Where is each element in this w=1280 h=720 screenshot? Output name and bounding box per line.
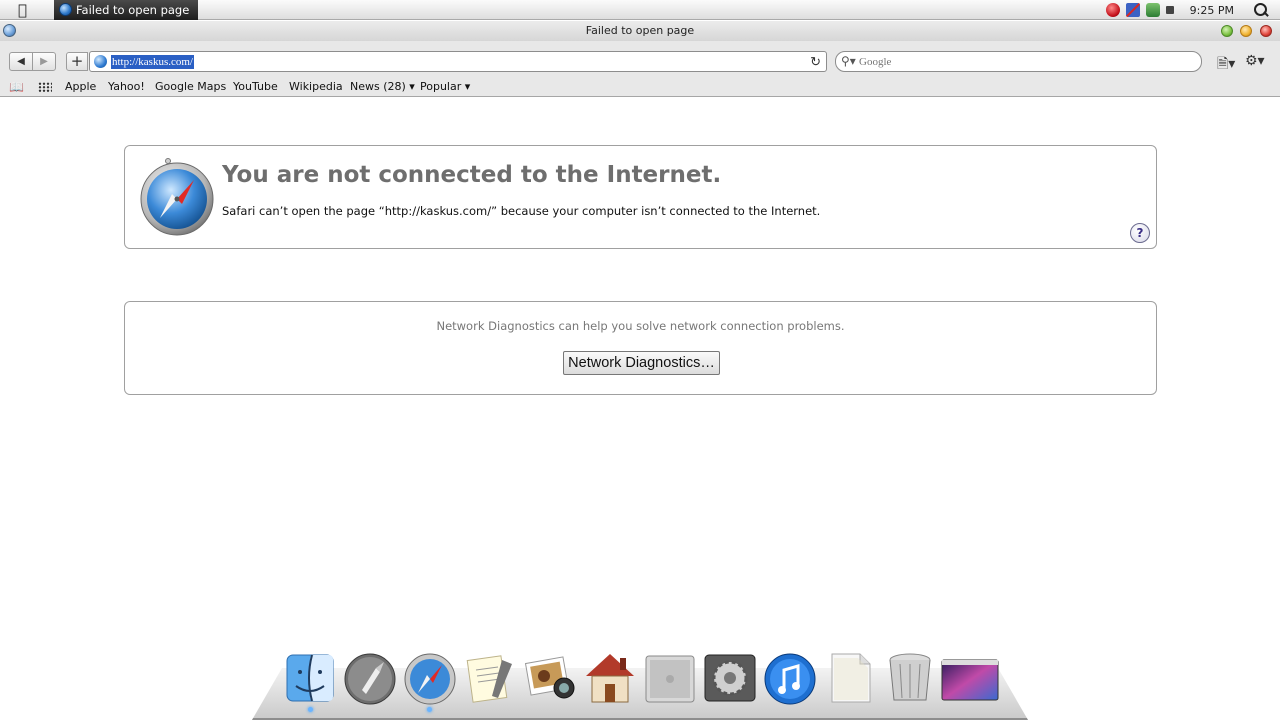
- volume-icon[interactable]: [1165, 6, 1174, 14]
- error-message: Safari can’t open the page “http://kasku…: [222, 204, 821, 218]
- bookmark-google-maps[interactable]: Google Maps: [155, 79, 226, 94]
- window-title: Failed to open page: [585, 24, 695, 37]
- itunes-icon[interactable]: [762, 650, 818, 706]
- clock[interactable]: 9:25 PM: [1190, 4, 1234, 17]
- diagnostics-panel: Network Diagnostics can help you solve n…: [124, 301, 1157, 395]
- top-sites-icon[interactable]: [38, 82, 52, 92]
- error-heading: You are not connected to the Internet.: [222, 162, 722, 188]
- diagnostics-description: Network Diagnostics can help you solve n…: [436, 319, 845, 333]
- bookmark-wikipedia[interactable]: Wikipedia: [289, 79, 343, 94]
- globe-icon: [59, 3, 72, 16]
- mac-pro-icon[interactable]: [642, 650, 698, 706]
- launchpad-icon[interactable]: [342, 650, 398, 706]
- system-tray: 9:25 PM: [1105, 0, 1280, 20]
- spotlight-search-icon[interactable]: [1254, 3, 1268, 17]
- minimize-button[interactable]: [1240, 25, 1252, 37]
- bookmark-popular-folder[interactable]: Popular ▾: [420, 79, 470, 94]
- address-bar[interactable]: http://kaskus.com/ ↻: [89, 51, 827, 72]
- record-icon[interactable]: [1105, 3, 1120, 17]
- trash-icon[interactable]: [882, 650, 938, 706]
- home-icon[interactable]: [582, 650, 638, 706]
- add-bookmark-button[interactable]: +: [66, 52, 88, 71]
- close-button[interactable]: [1260, 25, 1272, 37]
- forward-button[interactable]: ▶: [32, 52, 56, 71]
- desktop-icon[interactable]: [940, 650, 1000, 706]
- running-indicator: [427, 707, 432, 712]
- page-menu-icon[interactable]: 🗎▾: [1217, 53, 1235, 77]
- window-title-bar: Failed to open page: [0, 21, 1280, 41]
- security-icon[interactable]: [1145, 3, 1160, 17]
- taskbar-window-button[interactable]: Failed to open page: [54, 0, 198, 20]
- finder-icon[interactable]: [282, 650, 338, 706]
- menu-bar:  Failed to open page 9:25 PM: [0, 0, 1280, 20]
- help-button[interactable]: ?: [1130, 223, 1150, 243]
- network-diagnostics-button[interactable]: Network Diagnostics…: [563, 351, 720, 375]
- reload-icon[interactable]: ↻: [810, 54, 821, 70]
- reading-list-icon[interactable]: 📖: [9, 80, 24, 94]
- running-indicator: [308, 707, 313, 712]
- error-panel: You are not connected to the Internet. S…: [124, 145, 1157, 249]
- document-icon[interactable]: [822, 650, 878, 706]
- taskbar-window-title: Failed to open page: [76, 3, 190, 17]
- bookmark-yahoo[interactable]: Yahoo!: [108, 79, 145, 94]
- zoom-button[interactable]: [1221, 25, 1233, 37]
- safari-window-icon: [3, 24, 16, 37]
- apple-icon[interactable]: : [18, 1, 36, 19]
- bookmark-news-folder[interactable]: News (28) ▾: [350, 79, 415, 94]
- safari-icon[interactable]: [402, 650, 458, 706]
- bookmarks-bar: 📖 Apple Yahoo! Google Maps YouTube Wikip…: [0, 77, 1280, 97]
- textedit-icon[interactable]: [462, 650, 518, 706]
- url-text[interactable]: http://kaskus.com/: [111, 55, 194, 69]
- safari-compass-icon: [140, 158, 214, 236]
- bookmark-youtube[interactable]: YouTube: [233, 79, 278, 94]
- search-icon[interactable]: ⚲▾: [841, 54, 856, 69]
- search-input[interactable]: [859, 54, 1189, 69]
- browser-toolbar: ◀ ▶ + http://kaskus.com/ ↻ ⚲▾ 🗎▾ ⚙▾: [0, 41, 1280, 77]
- gear-icon[interactable]: ⚙▾: [1245, 53, 1265, 69]
- site-globe-icon: [94, 55, 107, 68]
- bookmark-apple[interactable]: Apple: [65, 79, 96, 94]
- network-error-icon[interactable]: [1125, 3, 1140, 17]
- photo-booth-icon[interactable]: [522, 650, 578, 706]
- search-field[interactable]: ⚲▾: [835, 51, 1202, 72]
- back-button[interactable]: ◀: [9, 52, 33, 71]
- system-preferences-icon[interactable]: [702, 650, 758, 706]
